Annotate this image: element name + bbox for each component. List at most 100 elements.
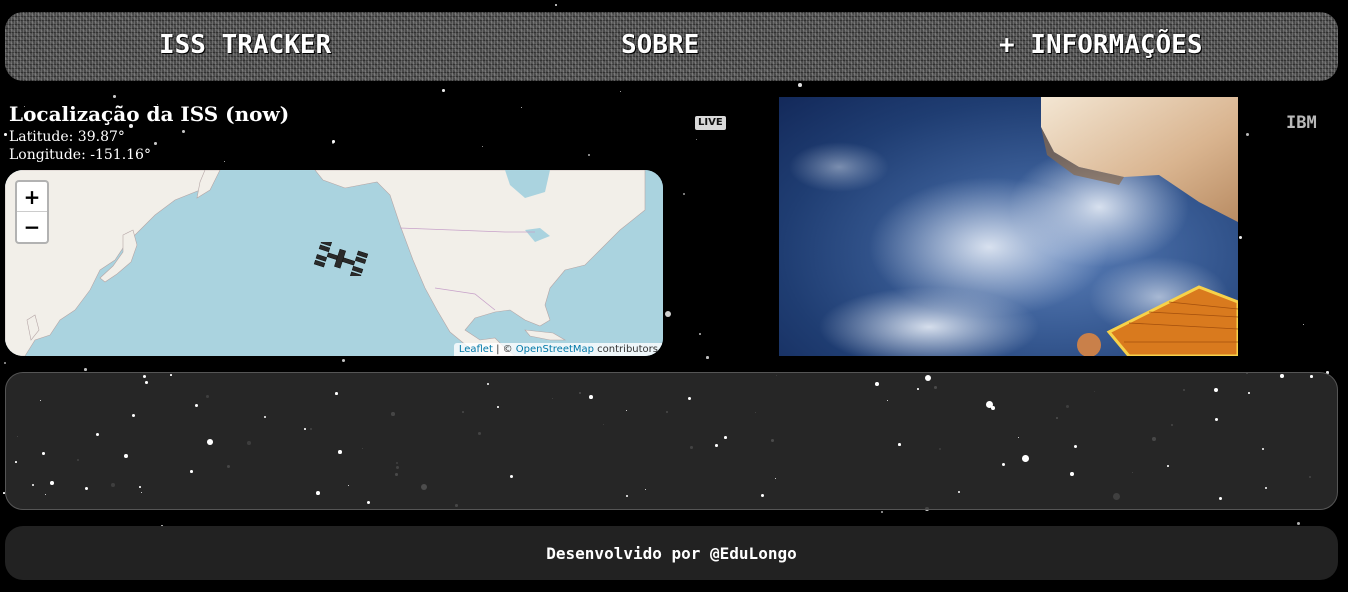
star-dot — [1310, 375, 1313, 378]
star-dot — [1167, 465, 1169, 467]
star-dot — [724, 436, 727, 439]
star-dot — [42, 452, 45, 455]
star-dot — [706, 356, 709, 359]
star-dot — [32, 484, 35, 487]
star-dot — [588, 154, 591, 157]
star-dot — [798, 83, 802, 87]
cloud-band — [789, 142, 889, 192]
leaflet-link[interactable]: Leaflet — [459, 344, 493, 355]
ibm-logo: IBM — [1286, 113, 1317, 133]
star-dot — [626, 495, 629, 498]
star-dot — [182, 130, 185, 133]
star-dot — [4, 133, 7, 136]
star-dot — [124, 454, 128, 458]
star-dot — [1026, 458, 1028, 460]
star-dot — [132, 414, 136, 418]
star-dot — [50, 481, 54, 485]
star-dot — [85, 487, 89, 491]
star-dot — [96, 433, 100, 437]
star-dot — [875, 382, 879, 386]
star-dot — [761, 494, 765, 498]
star-dot — [1002, 463, 1006, 467]
star-dot — [1262, 448, 1265, 451]
map-attribution: Leaflet | © OpenStreetMap contributors — [453, 343, 663, 356]
star-dot — [367, 501, 371, 505]
star-dot — [1215, 418, 1219, 422]
star-dot — [304, 428, 306, 430]
iss-live-video[interactable] — [779, 97, 1238, 356]
zoom-control: + − — [15, 180, 49, 244]
star-dot — [338, 450, 342, 454]
star-dot — [887, 400, 889, 402]
attribution-contributors: contributors — [594, 344, 658, 355]
star-dot — [170, 374, 172, 376]
star-dot — [224, 161, 226, 163]
star-dot — [645, 489, 647, 491]
star-dot — [264, 416, 267, 419]
star-dot — [775, 478, 777, 480]
star-dot — [958, 491, 961, 494]
star-dot — [688, 397, 691, 400]
iss-map[interactable]: + − Leaflet | © OpenStreetMap contributo… — [5, 170, 663, 356]
star-dot — [4, 362, 7, 365]
openstreetmap-link[interactable]: OpenStreetMap — [516, 344, 594, 355]
star-dot — [715, 444, 718, 447]
star-dot — [335, 392, 338, 395]
star-dot — [143, 375, 147, 379]
star-dot — [1303, 324, 1305, 326]
content-panel — [5, 372, 1338, 510]
iss-joint — [1077, 333, 1101, 356]
top-navbar: ISS TRACKER SOBRE + INFORMAÇÕES — [5, 12, 1338, 81]
star-dot — [510, 475, 514, 479]
star-dot — [15, 461, 17, 463]
star-dot — [881, 511, 884, 514]
star-dot — [195, 404, 199, 408]
star-dot — [45, 494, 47, 496]
latitude-readout: Latitude: 39.87° — [9, 129, 125, 145]
footer: Desenvolvido por @EduLongo — [5, 526, 1338, 580]
star-dot — [1297, 522, 1301, 526]
star-dot — [1214, 388, 1218, 392]
iss-satellite-icon[interactable] — [313, 242, 369, 276]
star-dot — [1248, 392, 1250, 394]
star-dot — [696, 139, 698, 141]
star-dot — [1070, 472, 1074, 476]
star-dot — [683, 193, 686, 196]
star-dot — [925, 375, 932, 382]
star-dot — [342, 359, 346, 363]
star-dot — [1219, 497, 1223, 501]
star-dot — [348, 485, 350, 487]
location-title: Localização da ISS (now) — [9, 102, 290, 126]
zoom-in-button[interactable]: + — [17, 182, 47, 212]
star-dot — [589, 395, 593, 399]
star-dot — [40, 400, 42, 402]
nav-more-info-link[interactable]: + INFORMAÇÕES — [999, 30, 1203, 60]
developer-credit: Desenvolvido por @EduLongo — [546, 543, 797, 563]
star-dot — [145, 381, 148, 384]
star-dot — [332, 140, 335, 143]
nav-about-link[interactable]: SOBRE — [621, 30, 699, 60]
star-dot — [141, 492, 143, 494]
star-dot — [497, 406, 499, 408]
star-dot — [620, 91, 622, 93]
star-dot — [113, 95, 116, 98]
star-dot — [487, 383, 490, 386]
star-dot — [139, 486, 141, 488]
star-dot — [1280, 374, 1284, 378]
earth-view-frame — [789, 97, 1238, 356]
nav-iss-tracker-link[interactable]: ISS TRACKER — [159, 30, 331, 60]
star-dot — [482, 146, 484, 148]
live-badge: LIVE — [695, 116, 726, 130]
star-dot — [1265, 487, 1268, 490]
star-dot — [316, 491, 320, 495]
longitude-readout: Longitude: -151.16° — [9, 147, 151, 163]
star-dot — [626, 410, 628, 412]
star-dot — [699, 333, 701, 335]
star-dot — [898, 443, 901, 446]
star-dot — [1018, 437, 1020, 439]
star-dot — [1074, 445, 1078, 449]
attribution-separator: | © — [492, 344, 516, 355]
zoom-out-button[interactable]: − — [17, 212, 47, 242]
star-dot — [207, 439, 213, 445]
star-dot — [84, 368, 87, 371]
